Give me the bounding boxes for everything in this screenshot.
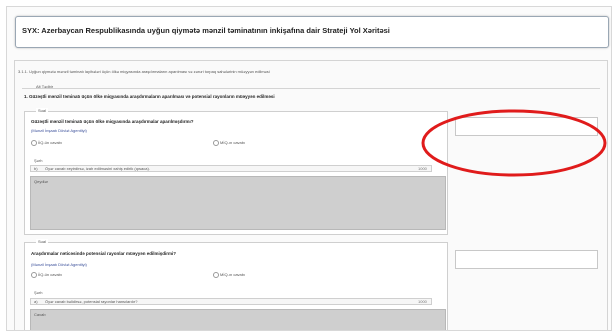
question-2-textarea[interactable]: Cavab [30, 309, 446, 330]
question-1-text: Güzəştli mənzil təminatı üçün ölkə miqya… [31, 119, 194, 124]
question-2-agency: (Mənzil İnşaatı Dövlət Agentliyi) [31, 262, 87, 267]
radio-miq-2[interactable] [213, 272, 219, 278]
subsection-text: 1. Güzəştli mənzil təminatı üçün ölkə mi… [24, 94, 275, 99]
question-2-answer-box[interactable] [455, 250, 598, 269]
question-1-subfield-letter: b) [34, 166, 38, 171]
radio-miq-1[interactable] [213, 140, 219, 146]
question-2-option-left: İİQ-ün cavabı [38, 272, 63, 277]
question-2-label: Sual [36, 239, 49, 244]
page-title-box: SYX: Azerbaycan Respublikasında uyğun qi… [15, 16, 609, 48]
question-2-counter: 1000 [418, 299, 427, 304]
question-1-subfield-text: Öyər cavab xeyirdirsə, izah edilməsini x… [45, 166, 150, 171]
question-1-textarea-placeholder: Qeydlər [34, 179, 49, 184]
question-1-textarea[interactable]: Qeydlər [30, 176, 446, 230]
section-text: 3.1.1. Uyğun qiymətə mənzil təminatı lay… [18, 69, 270, 74]
page-title: SYX: Azerbaycan Respublikasında uyğun qi… [22, 26, 390, 35]
question-2-reply-label: Şərh [34, 290, 43, 295]
question-2-option-right: MİQ-ın cavabı [220, 272, 246, 277]
question-2-subfield-letter: a) [34, 299, 38, 304]
question-1-reply-label: Şərh [34, 158, 43, 163]
question-2-subfield-text: Öyər cavab bəlidirsə, potensial rayonlar… [45, 299, 138, 304]
question-2-textarea-placeholder: Cavab [34, 312, 46, 317]
radio-iiq-1[interactable] [31, 140, 37, 146]
radio-iiq-2[interactable] [31, 272, 37, 278]
question-1-option-left: İİQ-ün cavabı [38, 140, 63, 145]
question-1-agency: (Mənzil İnşaatı Dövlət Agentliyi) [31, 128, 87, 133]
question-1-option-right: MİQ-ın cavabı [220, 140, 246, 145]
annotation-ellipse [421, 109, 607, 177]
question-2-text: Araşdırmalar nəticəsində potensial rayon… [31, 251, 177, 256]
question-1-label: Sual [36, 108, 49, 113]
